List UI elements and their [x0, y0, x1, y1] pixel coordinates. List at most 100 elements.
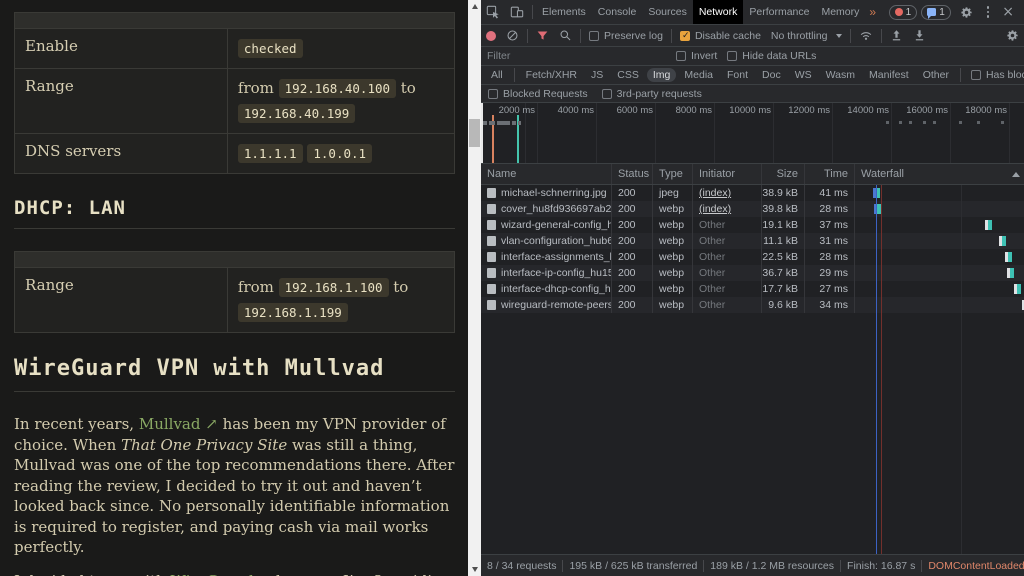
- type-filter-chip[interactable]: Media: [678, 68, 719, 82]
- overview-request-dot: [977, 121, 980, 124]
- request-initiator-cell[interactable]: Other: [693, 217, 762, 233]
- issues-badge[interactable]: 1: [921, 5, 951, 20]
- request-row[interactable]: wireguard-remote-peers_… 200 webp Other …: [481, 297, 1024, 313]
- error-badge[interactable]: 1: [889, 5, 918, 20]
- devtools-tab[interactable]: Network: [693, 0, 744, 24]
- overview-request-mark: [512, 121, 516, 125]
- request-initiator-cell[interactable]: (index): [693, 201, 762, 217]
- request-row[interactable]: vlan-configuration_hub6c… 200 webp Other…: [481, 233, 1024, 249]
- column-header-status[interactable]: Status: [612, 164, 653, 184]
- has-blocked-cookies-checkbox[interactable]: Has blocked cookies: [966, 69, 1024, 81]
- request-initiator-cell[interactable]: Other: [693, 297, 762, 313]
- devtools-tab[interactable]: Sources: [642, 0, 693, 24]
- request-time-cell: 37 ms: [805, 217, 855, 233]
- clear-icon[interactable]: [501, 25, 524, 46]
- type-filter-chip[interactable]: JS: [585, 68, 609, 82]
- column-header-size[interactable]: Size: [762, 164, 805, 184]
- type-filter-chip[interactable]: Font: [721, 68, 754, 82]
- separator: [532, 5, 533, 19]
- export-har-icon[interactable]: [885, 25, 908, 46]
- network-overview-timeline[interactable]: 2000 ms4000 ms6000 ms8000 ms10000 ms1200…: [481, 103, 1024, 164]
- request-row[interactable]: michael-schnerring.jpg 200 jpeg (index) …: [481, 185, 1024, 201]
- filter-funnel-icon[interactable]: [531, 25, 554, 46]
- scroll-up-arrow[interactable]: [468, 0, 481, 13]
- request-row[interactable]: cover_hu8fd936697ab2ce… 200 webp (index)…: [481, 201, 1024, 217]
- settings-gear-icon[interactable]: [955, 6, 978, 19]
- waterfall-bar: [1005, 252, 1012, 262]
- inline-code: 192.168.40.100: [279, 79, 396, 98]
- invert-checkbox[interactable]: Invert: [671, 50, 722, 62]
- inline-code: 192.168.40.199: [238, 104, 355, 123]
- external-link[interactable]: Mullvad ↗: [139, 415, 218, 433]
- request-name-cell: interface-dhcp-config_hu…: [481, 281, 612, 297]
- separator: [527, 29, 528, 43]
- search-icon[interactable]: [554, 25, 577, 46]
- request-row[interactable]: interface-dhcp-config_hu… 200 webp Other…: [481, 281, 1024, 297]
- page-scrollbar[interactable]: [468, 0, 481, 576]
- type-filter-chip[interactable]: Img: [647, 68, 677, 82]
- request-initiator-cell[interactable]: Other: [693, 233, 762, 249]
- row-label: Range: [15, 69, 228, 133]
- image-file-icon: [487, 204, 496, 214]
- column-header-type[interactable]: Type: [653, 164, 693, 184]
- separator: [881, 29, 882, 43]
- type-filter-chip[interactable]: Doc: [756, 68, 787, 82]
- devtools-panel: ElementsConsoleSourcesNetworkPerformance…: [481, 0, 1024, 576]
- close-icon[interactable]: ×: [998, 4, 1022, 20]
- disable-cache-checkbox[interactable]: Disable cache: [675, 30, 766, 42]
- text-segment: In recent years,: [14, 415, 139, 433]
- devtools-tab[interactable]: Performance: [743, 0, 815, 24]
- type-filter-chip[interactable]: CSS: [611, 68, 645, 82]
- inspect-element-icon[interactable]: [481, 0, 505, 24]
- request-initiator-cell[interactable]: Other: [693, 281, 762, 297]
- throttling-dropdown[interactable]: No throttling: [766, 30, 847, 42]
- request-size-cell: 36.7 kB: [762, 265, 805, 281]
- request-name-cell: michael-schnerring.jpg: [481, 185, 612, 201]
- external-link[interactable]: WireGuard ↗: [171, 572, 272, 576]
- overview-request-dot: [933, 121, 936, 124]
- devtools-tab[interactable]: Elements: [536, 0, 592, 24]
- row-label: Enable: [15, 29, 228, 68]
- network-conditions-icon[interactable]: [854, 25, 878, 46]
- type-filter-chip[interactable]: Other: [917, 68, 955, 82]
- blocked-requests-checkbox[interactable]: Blocked Requests: [488, 88, 588, 100]
- third-party-requests-checkbox[interactable]: 3rd-party requests: [602, 88, 702, 100]
- network-settings-gear-icon[interactable]: [1001, 25, 1024, 46]
- checkbox-icon: [971, 70, 981, 80]
- column-header-initiator[interactable]: Initiator: [693, 164, 762, 184]
- text-segment: I decided to go with: [14, 572, 171, 576]
- request-row[interactable]: wizard-general-config_hu… 200 webp Other…: [481, 217, 1024, 233]
- request-initiator-cell[interactable]: Other: [693, 249, 762, 265]
- more-options-icon[interactable]: [982, 6, 995, 18]
- scroll-down-arrow[interactable]: [468, 563, 481, 576]
- devtools-tab[interactable]: Memory: [815, 0, 865, 24]
- request-initiator-cell[interactable]: Other: [693, 265, 762, 281]
- filter-input[interactable]: [481, 50, 611, 62]
- device-toolbar-icon[interactable]: [505, 0, 529, 24]
- scrollbar-thumb[interactable]: [469, 119, 480, 147]
- type-filter-all[interactable]: All: [485, 68, 509, 82]
- waterfall-event-line: [881, 185, 882, 554]
- devtools-tab[interactable]: Console: [592, 0, 643, 24]
- hide-data-urls-checkbox[interactable]: Hide data URLs: [722, 50, 821, 62]
- overview-request-mark: [518, 121, 521, 125]
- more-tabs-icon[interactable]: »: [865, 5, 880, 19]
- column-header-name[interactable]: Name: [481, 164, 612, 184]
- request-status-cell: 200: [612, 297, 653, 313]
- request-initiator-cell[interactable]: (index): [693, 185, 762, 201]
- type-filter-chip[interactable]: Manifest: [863, 68, 915, 82]
- timeline-tick-label: 8000 ms: [656, 105, 712, 116]
- request-row[interactable]: interface-assignments_hu… 200 webp Other…: [481, 249, 1024, 265]
- column-header-waterfall[interactable]: Waterfall: [855, 164, 1024, 184]
- record-icon[interactable]: [481, 25, 501, 46]
- request-size-cell: 17.7 kB: [762, 281, 805, 297]
- request-type-cell: webp: [653, 249, 693, 265]
- type-filter-chip[interactable]: Fetch/XHR: [520, 68, 583, 82]
- request-row[interactable]: interface-ip-config_hu15… 200 webp Other…: [481, 265, 1024, 281]
- import-har-icon[interactable]: [908, 25, 931, 46]
- type-filter-chip[interactable]: Wasm: [820, 68, 861, 82]
- waterfall-bar: [1014, 284, 1021, 294]
- preserve-log-checkbox[interactable]: Preserve log: [584, 30, 668, 42]
- type-filter-chip[interactable]: WS: [789, 68, 818, 82]
- column-header-time[interactable]: Time: [805, 164, 855, 184]
